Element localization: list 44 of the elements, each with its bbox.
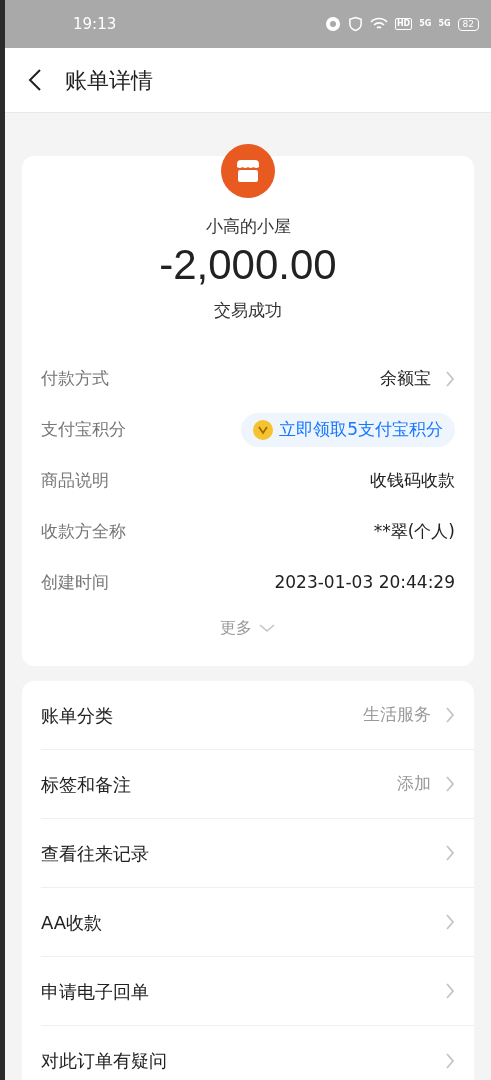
battery-indicator: 82 <box>457 17 479 31</box>
action-row[interactable]: 申请电子回单 <box>41 957 474 1026</box>
action-label: 申请电子回单 <box>41 979 149 1004</box>
network-label: 5G <box>438 20 451 28</box>
detail-value: 2023-01-03 20:44:29 <box>274 570 455 594</box>
chevron-right-icon <box>445 1051 455 1070</box>
action-value: 添加 <box>397 772 431 796</box>
chevron-right-icon <box>445 706 455 724</box>
detail-value: 收钱码收款 <box>370 468 455 492</box>
detail-label: 付款方式 <box>41 366 109 390</box>
detail-value: 余额宝 <box>380 366 431 390</box>
action-label: 对此订单有疑问 <box>41 1049 167 1073</box>
action-row[interactable]: 对此订单有疑问 <box>41 1026 474 1080</box>
chevron-right-icon <box>445 844 455 862</box>
network-label: 5G <box>419 20 432 28</box>
merchant-name: 小高的小屋 <box>205 215 291 238</box>
chevron-right-icon <box>445 982 455 1000</box>
coin-icon <box>253 419 274 440</box>
detail-label: 收款方全称 <box>41 519 126 543</box>
chevron-down-icon <box>258 623 276 633</box>
detail-label: 创建时间 <box>41 570 109 594</box>
status-time: 19:13 <box>73 13 117 35</box>
points-button[interactable]: 立即领取5支付宝积分 <box>241 412 455 447</box>
action-row[interactable]: AA收款 <box>41 888 474 957</box>
action-value: 生活服务 <box>363 703 431 727</box>
chevron-right-icon <box>445 775 455 793</box>
transaction-status: 交易成功 <box>214 298 282 322</box>
network-label: HD <box>394 18 413 30</box>
action-row[interactable]: 标签和备注 添加 <box>41 750 474 819</box>
action-label: 查看往来记录 <box>41 841 149 866</box>
chevron-right-icon <box>445 369 455 388</box>
wifi-icon <box>369 17 388 31</box>
action-label: 账单分类 <box>41 703 113 728</box>
action-label: AA收款 <box>41 910 103 935</box>
amount: -2,000.00 <box>159 239 337 290</box>
page-title: 账单详情 <box>65 66 153 95</box>
action-row[interactable]: 账单分类 生活服务 <box>41 681 474 750</box>
detail-label: 支付宝积分 <box>41 417 126 441</box>
detail-label: 商品说明 <box>41 468 109 492</box>
action-row[interactable]: 查看往来记录 <box>41 819 474 888</box>
chevron-right-icon <box>445 913 455 931</box>
detail-value: **翠(个人) <box>373 519 455 543</box>
shield-icon <box>347 16 363 32</box>
action-label: 标签和备注 <box>41 772 131 797</box>
